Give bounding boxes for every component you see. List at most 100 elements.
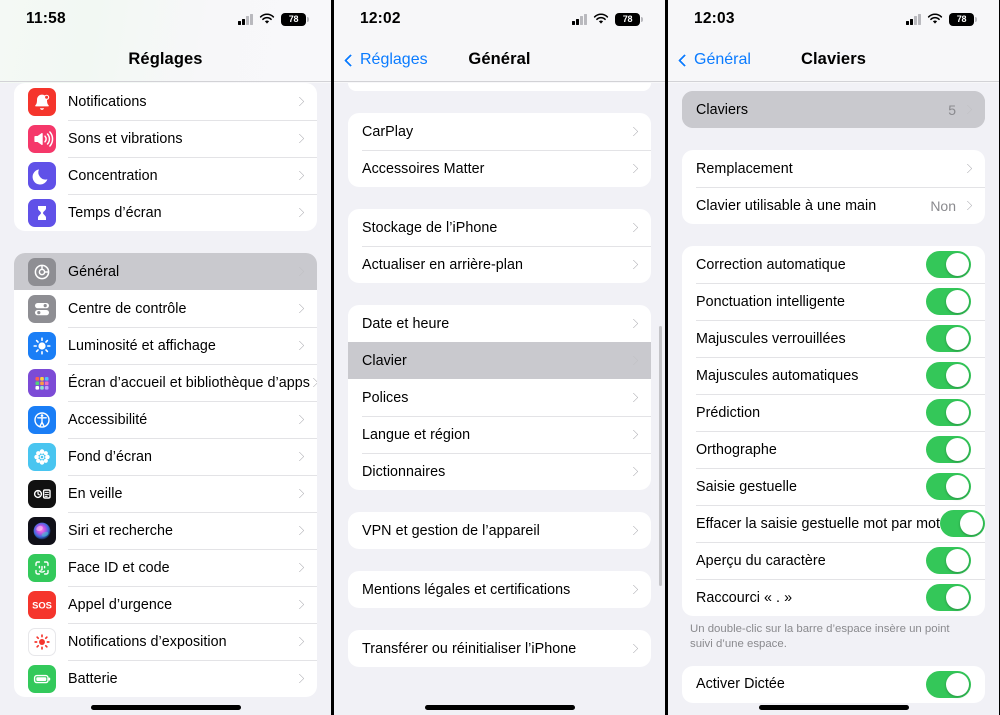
row-label: Correction automatique <box>696 256 846 273</box>
row-label: Orthographe <box>696 441 777 458</box>
group-carplay: CarPlay Accessoires Matter <box>348 113 651 187</box>
row-clavier[interactable]: Clavier <box>348 342 651 379</box>
row-label: Transférer ou réinitialiser l’iPhone <box>362 640 577 657</box>
row-concentration[interactable]: Concentration <box>14 157 317 194</box>
row-value: 5 <box>948 101 956 118</box>
toggle-activer-dictee[interactable] <box>926 670 971 698</box>
toggle-apercu-du-caractere[interactable] <box>926 547 971 574</box>
row-orthographe[interactable]: Orthographe <box>682 431 985 468</box>
row-accessibilite[interactable]: Accessibilité <box>14 401 317 438</box>
row-ponctuation-intelligente[interactable]: Ponctuation intelligente <box>682 283 985 320</box>
chevron-right-icon <box>294 451 305 462</box>
row-clavier-une-main[interactable]: Clavier utilisable à une main Non <box>682 187 985 224</box>
toggle-majuscules-verrouillees[interactable] <box>926 325 971 352</box>
row-saisie-gestuelle[interactable]: Saisie gestuelle <box>682 468 985 505</box>
row-prediction[interactable]: Prédiction <box>682 394 985 431</box>
row-label: Mentions légales et certifications <box>362 581 571 598</box>
siri-icon <box>28 516 56 545</box>
settings-scroll-area[interactable]: Notifications Sons et vibrations Concent… <box>0 83 331 715</box>
row-majuscules-automatiques[interactable]: Majuscules automatiques <box>682 357 985 394</box>
row-notifications-dexposition[interactable]: Notifications d’exposition <box>14 623 317 660</box>
row-label: Batterie <box>68 670 118 687</box>
chevron-right-icon <box>628 259 639 270</box>
row-carplay[interactable]: CarPlay <box>348 113 651 150</box>
row-label: Dictionnaires <box>362 463 446 480</box>
row-transferer-reinitialiser[interactable]: Transférer ou réinitialiser l’iPhone <box>348 630 651 667</box>
chevron-right-icon <box>294 170 305 181</box>
row-fond-decran[interactable]: Fond d’écran <box>14 438 317 475</box>
back-button[interactable]: Général <box>678 38 751 82</box>
chevron-left-icon <box>344 53 357 67</box>
toggle-effacer-saisie-gestuelle[interactable] <box>940 510 985 537</box>
row-effacer-saisie-gestuelle[interactable]: Effacer la saisie gestuelle mot par mot <box>682 505 985 542</box>
toggle-ponctuation-intelligente[interactable] <box>926 288 971 315</box>
row-date-et-heure[interactable]: Date et heure <box>348 305 651 342</box>
row-label: Accessoires Matter <box>362 160 485 177</box>
row-ecran-daccueil[interactable]: Écran d’accueil et bibliothèque d’apps <box>14 364 317 401</box>
chevron-right-icon <box>962 200 973 211</box>
row-temps-decran[interactable]: Temps d’écran <box>14 194 317 231</box>
row-accessoires-matter[interactable]: Accessoires Matter <box>348 150 651 187</box>
battery-icon: 78 <box>615 12 643 26</box>
chevron-right-icon <box>628 429 639 440</box>
chevron-right-icon <box>294 133 305 144</box>
row-siri-et-recherche[interactable]: Siri et recherche <box>14 512 317 549</box>
toggle-raccourci-point[interactable] <box>926 584 971 611</box>
sos-icon: SOS <box>28 590 56 619</box>
row-langue-et-region[interactable]: Langue et région <box>348 416 651 453</box>
back-button[interactable]: Réglages <box>344 38 428 82</box>
row-remplacement[interactable]: Remplacement <box>682 150 985 187</box>
row-general[interactable]: Général <box>14 253 317 290</box>
row-notifications[interactable]: Notifications <box>14 83 317 120</box>
row-activer-dictee[interactable]: Activer Dictée <box>682 666 985 703</box>
wifi-icon <box>593 13 609 25</box>
row-mentions-legales[interactable]: Mentions légales et certifications <box>348 571 651 608</box>
toggle-correction-automatique[interactable] <box>926 251 971 278</box>
row-apercu-du-caractere[interactable]: Aperçu du caractère <box>682 542 985 579</box>
moon-icon <box>28 161 56 190</box>
row-label: Date et heure <box>362 315 450 332</box>
row-dictionnaires[interactable]: Dictionnaires <box>348 453 651 490</box>
keyboards-scroll-area[interactable]: Claviers 5 Remplacement Clavier utilisab… <box>668 83 999 715</box>
row-stockage-iphone[interactable]: Stockage de l’iPhone <box>348 209 651 246</box>
status-bar-time: 11:58 <box>26 10 66 27</box>
status-bar-indicators: 78 <box>572 12 643 26</box>
row-correction-automatique[interactable]: Correction automatique <box>682 246 985 283</box>
nav-bar: Réglages Général <box>334 38 665 82</box>
row-face-id-et-code[interactable]: Face ID et code <box>14 549 317 586</box>
row-actualiser-arriere-plan[interactable]: Actualiser en arrière-plan <box>348 246 651 283</box>
chevron-right-icon <box>294 96 305 107</box>
row-majuscules-verrouillees[interactable]: Majuscules verrouillées <box>682 320 985 357</box>
row-claviers[interactable]: Claviers 5 <box>682 91 985 128</box>
row-vpn-gestion-appareil[interactable]: VPN et gestion de l’appareil <box>348 512 651 549</box>
row-sons-et-vibrations[interactable]: Sons et vibrations <box>14 120 317 157</box>
row-label: Majuscules automatiques <box>696 367 859 384</box>
chevron-right-icon <box>294 673 305 684</box>
general-scroll-area[interactable]: CarPlay Accessoires Matter Stockage de l… <box>334 83 665 715</box>
row-batterie[interactable]: Batterie <box>14 660 317 697</box>
row-label: Activer Dictée <box>696 676 785 693</box>
toggle-prediction[interactable] <box>926 399 971 426</box>
row-polices[interactable]: Polices <box>348 379 651 416</box>
standby-icon <box>28 479 56 508</box>
wallpaper-flower-icon <box>28 442 56 471</box>
row-label: Majuscules verrouillées <box>696 330 846 347</box>
battery-icon <box>28 664 56 693</box>
row-en-veille[interactable]: En veille <box>14 475 317 512</box>
cellular-signal-icon <box>906 13 921 25</box>
row-label: En veille <box>68 485 123 502</box>
vertical-scrollbar[interactable] <box>659 326 662 586</box>
row-luminosite-et-affichage[interactable]: Luminosité et affichage <box>14 327 317 364</box>
row-label: Remplacement <box>696 160 793 177</box>
row-appel-durgence[interactable]: SOS Appel d’urgence <box>14 586 317 623</box>
toggle-orthographe[interactable] <box>926 436 971 463</box>
row-raccourci-point[interactable]: Raccourci « . » <box>682 579 985 616</box>
status-bar-time: 12:02 <box>360 10 401 27</box>
settings-group-notifications: Notifications Sons et vibrations Concent… <box>14 83 317 231</box>
chevron-right-icon <box>294 488 305 499</box>
toggle-majuscules-automatiques[interactable] <box>926 362 971 389</box>
toggle-saisie-gestuelle[interactable] <box>926 473 971 500</box>
row-label: VPN et gestion de l’appareil <box>362 522 540 539</box>
chevron-right-icon <box>628 584 639 595</box>
row-centre-de-controle[interactable]: Centre de contrôle <box>14 290 317 327</box>
